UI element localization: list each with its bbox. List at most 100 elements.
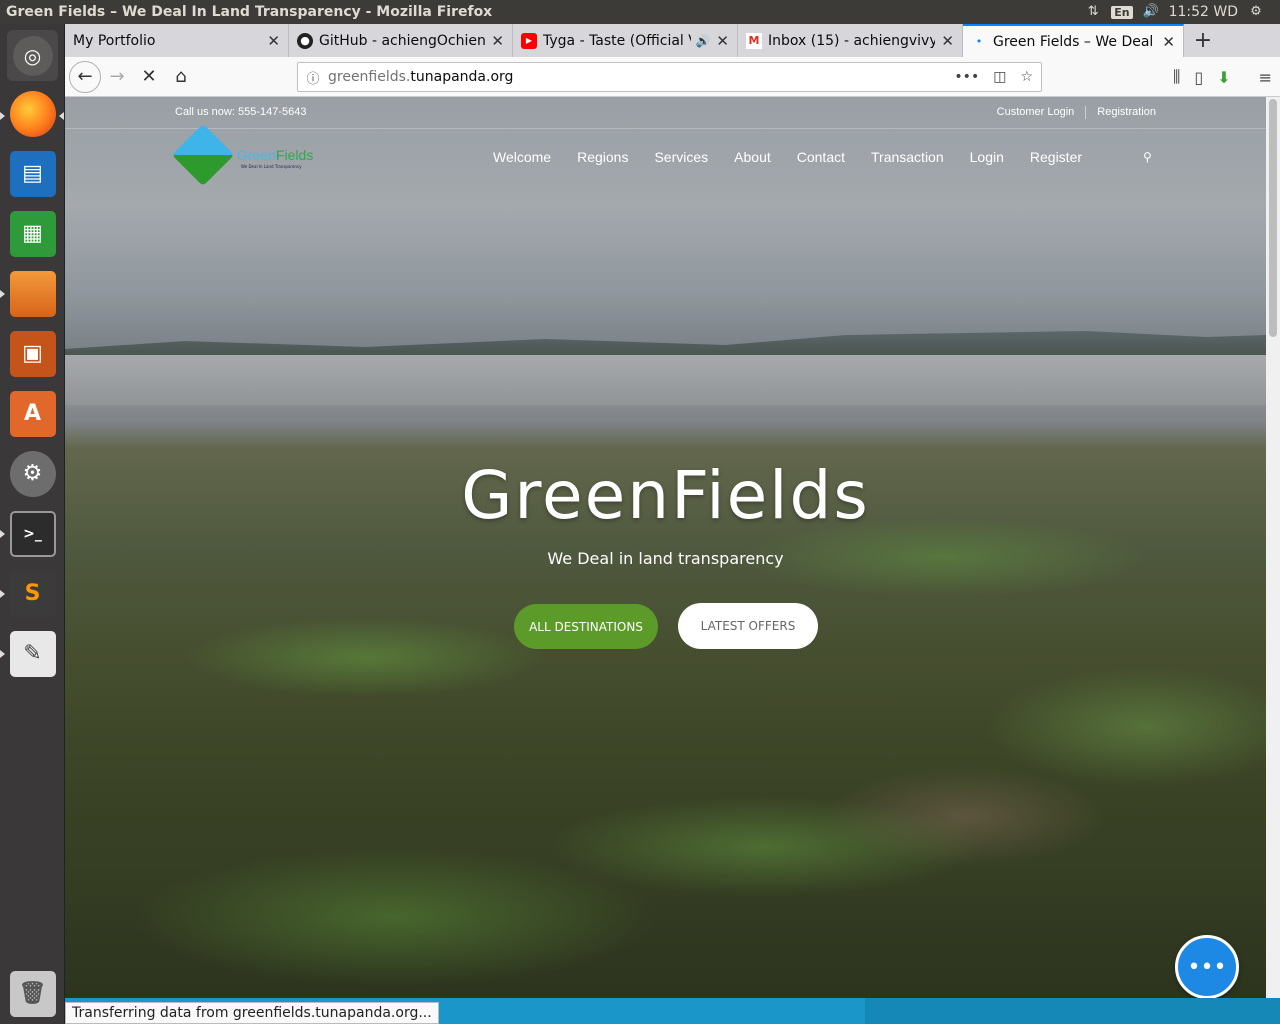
forward-arrow-icon: → — [109, 66, 125, 87]
divider — [1085, 106, 1087, 119]
all-destinations-button[interactable]: ALL DESTINATIONS — [514, 604, 658, 649]
clock[interactable]: 11:52 WD — [1169, 4, 1238, 20]
back-button[interactable]: ← — [69, 60, 101, 93]
github-icon: ● — [297, 32, 313, 49]
terminal-launcher-button[interactable]: >_ — [7, 508, 58, 559]
home-icon: ⌂ — [175, 66, 187, 87]
running-indicator — [0, 590, 5, 598]
page-actions-icon[interactable]: ••• — [954, 69, 979, 85]
tab-label: Green Fields – We Deal In — [993, 33, 1157, 50]
running-indicator — [0, 530, 5, 538]
speaker-icon[interactable]: 🔊 — [695, 34, 710, 48]
running-indicator — [0, 112, 5, 120]
text-editor-launcher-button[interactable]: ✎ — [7, 628, 58, 679]
logo-green-text: Green — [237, 147, 276, 163]
system-settings-icon: ⚙ — [9, 450, 56, 497]
nav-register[interactable]: Register — [1030, 149, 1082, 165]
system-tray: ⇅ En 🔊 11:52 WD ⚙ — [1085, 4, 1280, 20]
tab-green-fields[interactable]: • Green Fields – We Deal In ✕ — [963, 24, 1184, 57]
home-button[interactable]: ⌂ — [165, 61, 197, 93]
nav-transaction[interactable]: Transaction — [871, 149, 944, 165]
tab-label: Inbox (15) - achiengvivy2 — [768, 32, 936, 49]
browser-tab-strip: My Portfolio ✕ ● GitHub - achiengOchieng… — [65, 24, 1280, 57]
writer-launcher-button[interactable]: ▤ — [7, 148, 58, 199]
firefox-launcher-button[interactable] — [7, 88, 58, 139]
scrollbar-thumb[interactable] — [1269, 99, 1277, 337]
settings-launcher-button[interactable]: ⚙ — [7, 448, 58, 499]
running-indicator — [0, 650, 5, 658]
nav-services[interactable]: Services — [654, 149, 708, 165]
libreoffice-writer-icon: ▤ — [9, 150, 56, 197]
keyboard-language-indicator[interactable]: En — [1111, 5, 1133, 19]
close-tab-icon[interactable]: ✕ — [1162, 33, 1175, 51]
stop-button[interactable]: ✕ — [133, 61, 165, 93]
folder-icon — [9, 270, 56, 317]
close-tab-icon[interactable]: ✕ — [941, 32, 954, 50]
text-editor-icon: ✎ — [9, 630, 56, 677]
tab-gmail[interactable]: M Inbox (15) - achiengvivy2 ✕ — [738, 24, 963, 57]
logo-fields-text: Fields — [275, 147, 314, 163]
logo-name: GreenFields — [237, 147, 313, 163]
footer-strip-dark — [865, 998, 1280, 1024]
gmail-icon: M — [746, 32, 762, 49]
chat-bubble-icon[interactable]: ••• — [1175, 935, 1239, 998]
new-tab-button[interactable]: + — [1184, 24, 1222, 57]
menu-hamburger-icon[interactable]: ≡ — [1259, 68, 1272, 87]
page-viewport: Call us now: 555-147-5643 Customer Login… — [65, 97, 1266, 998]
nav-regions[interactable]: Regions — [577, 149, 628, 165]
running-indicator — [0, 290, 5, 298]
latest-offers-button[interactable]: LATEST OFFERS — [678, 603, 818, 649]
ubuntu-dash-button[interactable]: ◎ — [7, 30, 58, 81]
url-host: tunapanda.org — [410, 69, 514, 85]
pocket-icon[interactable]: ◫ — [993, 69, 1006, 85]
url-prefix: greenfields. — [328, 69, 411, 85]
tab-label: My Portfolio — [73, 32, 156, 49]
forward-button[interactable]: → — [101, 61, 133, 93]
library-icon[interactable]: ⫼ — [1173, 67, 1180, 87]
tab-github[interactable]: ● GitHub - achiengOchieng ✕ — [289, 24, 513, 57]
launcher: ◎ ▤ ▦ ▣ A ⚙ >_ S ✎ 🗑 — [0, 24, 65, 1024]
top-links: Customer Login Registration — [997, 106, 1156, 119]
files-launcher-button[interactable] — [7, 268, 58, 319]
focused-indicator — [59, 112, 64, 120]
site-logo[interactable]: GreenFields We Deal In Land Transparency — [171, 123, 323, 189]
trash-icon: 🗑 — [9, 970, 56, 1017]
system-top-bar: Green Fields – We Deal In Land Transpare… — [0, 0, 1280, 24]
hero-title: GreenFields — [461, 457, 870, 534]
registration-link[interactable]: Registration — [1097, 106, 1156, 119]
close-tab-icon[interactable]: ✕ — [716, 32, 729, 50]
software-launcher-button[interactable]: A — [7, 388, 58, 439]
network-icon[interactable]: ⇅ — [1085, 5, 1101, 19]
search-icon[interactable]: ⚲ — [1143, 150, 1152, 164]
customer-login-link[interactable]: Customer Login — [997, 106, 1075, 119]
browser-nav-bar: ← → ✕ ⌂ ⓘ greenfields. tunapanda.org ••• … — [65, 57, 1280, 97]
nav-contact[interactable]: Contact — [797, 149, 845, 165]
close-tab-icon[interactable]: ✕ — [491, 32, 504, 50]
greenfields-icon: • — [975, 35, 983, 48]
site-info-icon[interactable]: ⓘ — [298, 68, 328, 87]
sublime-text-icon: S — [9, 570, 56, 617]
nav-login[interactable]: Login — [970, 149, 1004, 165]
volume-icon[interactable]: 🔊 — [1143, 5, 1159, 19]
logo-diamond-icon — [171, 123, 235, 187]
tab-my-portfolio[interactable]: My Portfolio ✕ — [65, 24, 289, 57]
download-icon[interactable]: ⬇ — [1217, 68, 1230, 87]
url-bar[interactable]: ⓘ greenfields. tunapanda.org ••• ◫ ☆ — [297, 62, 1042, 92]
nav-about[interactable]: About — [734, 149, 771, 165]
sidebar-icon[interactable]: ▯ — [1194, 68, 1203, 87]
impress-launcher-button[interactable]: ▣ — [7, 328, 58, 379]
sublime-launcher-button[interactable]: S — [7, 568, 58, 619]
bookmark-star-icon[interactable]: ☆ — [1020, 69, 1033, 85]
youtube-icon: ▶ — [521, 32, 537, 49]
close-tab-icon[interactable]: ✕ — [267, 32, 280, 50]
tab-youtube[interactable]: ▶ Tyga - Taste (Official V 🔊 ✕ — [513, 24, 738, 57]
status-bar: Transferring data from greenfields.tunap… — [65, 1002, 439, 1024]
logo-tagline: We Deal In Land Transparency — [241, 164, 302, 169]
nav-welcome[interactable]: Welcome — [493, 149, 551, 165]
trash-launcher-button[interactable]: 🗑 — [7, 968, 58, 1019]
tab-label: Tyga - Taste (Official V — [543, 32, 692, 49]
page-scrollbar[interactable] — [1266, 97, 1280, 998]
power-gear-icon[interactable]: ⚙ — [1248, 5, 1264, 19]
hero-overlay — [65, 97, 1266, 998]
calc-launcher-button[interactable]: ▦ — [7, 208, 58, 259]
